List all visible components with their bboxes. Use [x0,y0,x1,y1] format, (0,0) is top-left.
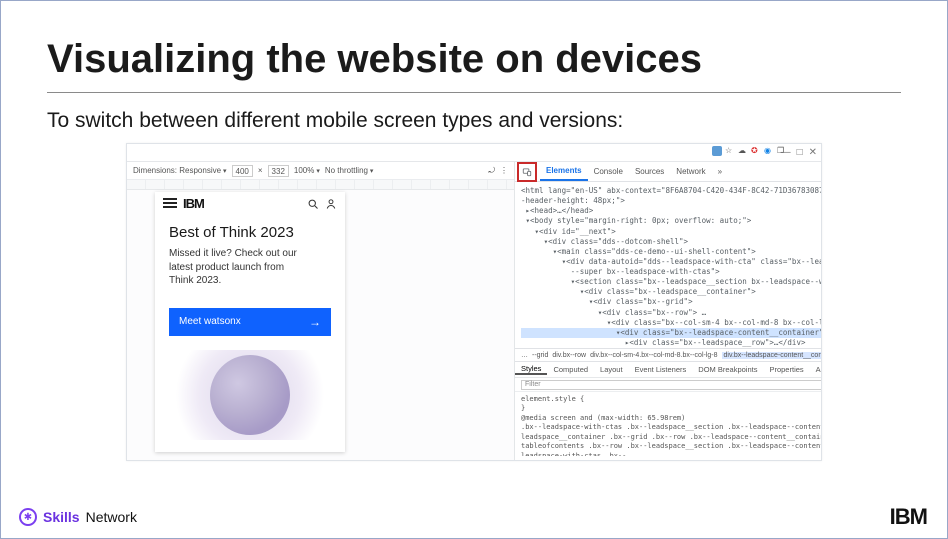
tab-network[interactable]: Network [670,162,711,181]
throttling-dropdown[interactable]: No throttling [325,166,374,175]
tab-elements[interactable]: Elements [540,162,588,181]
devtools-pane: Elements Console Sources Network » 3 18 … [515,162,822,460]
device-preview-pane: Dimensions: Responsive 400 × 332 100% No… [127,162,515,460]
subtab-accessibility[interactable]: Accessibility [810,365,822,374]
by-label: × [258,166,263,175]
subtab-listeners[interactable]: Event Listeners [629,365,693,374]
rotate-icon[interactable]: ⤾ [488,166,495,176]
dimensions-dropdown[interactable]: Dimensions: Responsive [133,166,227,175]
styles-body[interactable]: element.style { } @media screen and (max… [515,392,822,456]
subtab-properties[interactable]: Properties [763,365,809,374]
devtools-screenshot: ☆ ☁ ✪ ◉ ❐ — □ ✕ Dimensions: Responsive 4… [126,143,822,461]
tab-sources[interactable]: Sources [629,162,670,181]
browser-chrome-bar: ☆ ☁ ✪ ◉ ❐ — □ ✕ [127,144,821,162]
hero-image [169,350,331,440]
ext-icon[interactable]: ✪ [751,146,761,156]
ibm-logo[interactable]: IBM [183,196,204,211]
extension-icons: ☆ ☁ ✪ ◉ ❐ [712,146,787,156]
ext-icon[interactable]: ◉ [764,146,774,156]
puzzle-icon[interactable]: ❐ [777,146,787,156]
width-input[interactable]: 400 [232,165,253,177]
ibm-logo-footer: IBM [890,504,927,530]
close-icon[interactable]: ✕ [809,147,817,158]
mobile-frame: IBM Best of Think 2023 Missed it live [155,192,345,452]
star-icon[interactable]: ☆ [725,146,735,156]
maximize-icon[interactable]: □ [797,147,803,158]
styles-tab-strip: Styles Computed Layout Event Listeners D… [515,362,822,378]
devtools-tab-strip: Elements Console Sources Network » 3 18 … [515,162,822,182]
hamburger-icon[interactable] [163,198,177,208]
kebab-icon[interactable]: ⋮ [500,166,508,175]
leadspace-text: Missed it live? Check out our latest pro… [169,247,299,288]
dom-breadcrumb[interactable]: … --grid div.bx--row div.bx--col-sm-4.bx… [515,348,822,362]
ruler [127,180,514,190]
skills-network-icon: ✱ [19,508,37,526]
device-toggle-highlighted[interactable] [517,162,537,182]
slide-title: Visualizing the website on devices [47,37,901,93]
arrow-right-icon: → [309,315,321,329]
slide: Visualizing the website on devices To sw… [0,0,948,539]
styles-filter[interactable]: Filter [521,380,822,390]
subtab-styles[interactable]: Styles [515,364,547,375]
styles-filter-row: Filter :hov .cls + ▦ [515,378,822,392]
responsive-toolbar: Dimensions: Responsive 400 × 332 100% No… [127,162,514,180]
zoom-dropdown[interactable]: 100% [294,166,320,175]
height-input[interactable]: 332 [268,165,289,177]
cloud-icon[interactable]: ☁ [738,146,748,156]
ext-icon[interactable] [712,146,722,156]
slide-subtitle: To switch between different mobile scree… [47,109,901,133]
footer-skills: Skills [43,509,80,525]
cta-label: Meet watsonx [179,316,241,327]
search-icon[interactable] [307,197,319,209]
user-icon[interactable] [325,197,337,209]
footer: ✱ Skills Network IBM [19,504,927,530]
cta-button[interactable]: Meet watsonx → [169,308,331,336]
skills-network-brand: ✱ Skills Network [19,508,137,526]
subtab-computed[interactable]: Computed [547,365,594,374]
tab-console[interactable]: Console [588,162,629,181]
leadspace-title: Best of Think 2023 [169,224,331,241]
subtab-layout[interactable]: Layout [594,365,629,374]
tab-more[interactable]: » [712,162,728,181]
subtab-dombp[interactable]: DOM Breakpoints [692,365,763,374]
elements-dom-tree[interactable]: <html lang="en-US" abx-context="8F6A8704… [515,182,822,348]
site-header: IBM [155,192,345,214]
footer-network: Network [86,509,137,525]
